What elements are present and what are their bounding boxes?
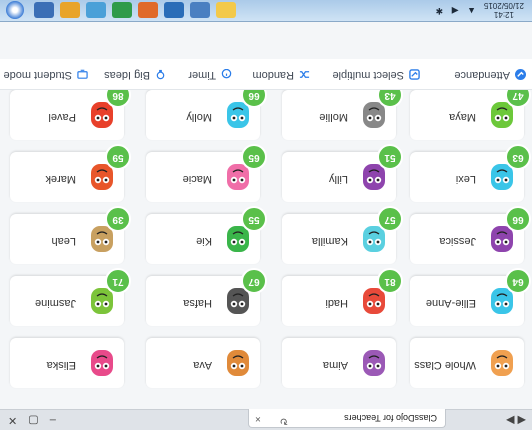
clock-time: 12:41 (493, 10, 514, 19)
student-mode-label: Student mode (3, 69, 73, 81)
browser-tab-active[interactable]: ClassDojo for Teachers × (248, 409, 446, 428)
student-card[interactable]: Molly 66 (146, 82, 267, 140)
student-name: Lilly (329, 173, 348, 185)
student-card[interactable]: Aima (282, 338, 396, 388)
select-multiple-button[interactable]: Select multiple (332, 69, 420, 81)
powerpoint-icon[interactable] (138, 2, 158, 18)
student-card[interactable]: Pavel 86 (10, 82, 131, 140)
select-icon (409, 69, 420, 81)
monster-avatar-icon (363, 350, 385, 376)
student-score-badge: 64 (505, 268, 531, 294)
student-card[interactable]: Jasmine 71 (10, 268, 131, 326)
browser-tab-bar: ◀ ▶ ClassDojo for Teachers × ↻ – ▢ ✕ (0, 409, 532, 430)
app-icon[interactable] (190, 2, 210, 18)
student-name: Hadi (325, 297, 348, 309)
student-name: Kamilla (311, 235, 348, 247)
taskbar-pinned-apps (34, 2, 236, 18)
student-name: Macie (182, 173, 212, 185)
student-name: Aima (322, 359, 348, 371)
student-name: Hafsa (183, 297, 212, 309)
student-score-badge: 59 (105, 144, 131, 170)
student-name: Molly (186, 111, 212, 123)
timer-button[interactable]: Timer (188, 69, 232, 81)
student-card[interactable]: Marek 59 (10, 144, 131, 202)
folder-icon[interactable] (216, 2, 236, 18)
student-score-badge: 67 (241, 268, 267, 294)
student-card[interactable]: Whole Class (410, 338, 524, 388)
student-name: Jessica (439, 235, 476, 247)
random-button[interactable]: Random (252, 69, 310, 81)
big-ideas-button[interactable]: Big Ideas (104, 69, 166, 81)
excel-icon[interactable] (112, 2, 132, 18)
attendance-label: Attendance (454, 69, 510, 81)
random-label: Random (252, 69, 294, 81)
student-card[interactable]: Lexi 63 (410, 144, 531, 202)
student-card[interactable]: Jessica 66 (410, 206, 531, 264)
student-score-badge: 63 (505, 144, 531, 170)
monster-avatar-icon (91, 350, 113, 376)
student-name: Eliska (46, 359, 76, 371)
explorer-icon[interactable] (34, 2, 54, 18)
reload-icon[interactable]: ↻ (280, 415, 288, 426)
student-name: Maya (449, 111, 476, 123)
student-name: Ellie-Anne (425, 297, 476, 309)
student-name: Marek (45, 173, 76, 185)
screen: ◀ ▶ ClassDojo for Teachers × ↻ – ▢ ✕ Who… (0, 0, 532, 430)
big-ideas-label: Big Ideas (104, 69, 150, 81)
student-card[interactable]: Maya 47 (410, 82, 531, 140)
student-score-badge: 71 (105, 268, 131, 294)
student-mode-button[interactable]: Student mode (4, 69, 89, 81)
student-card[interactable]: Macie 65 (146, 144, 267, 202)
chrome-icon[interactable] (60, 2, 80, 18)
student-card[interactable]: Eliska (10, 338, 124, 388)
student-score-badge: 51 (377, 144, 403, 170)
system-clock: 12:41 21/05/2015 (484, 1, 524, 19)
student-card[interactable]: Ava (146, 338, 260, 388)
monster-avatar-icon (227, 350, 249, 376)
browser-nav-buttons[interactable]: ◀ ▶ (506, 414, 526, 427)
monitor-icon (77, 70, 88, 80)
student-card[interactable]: Ellie-Anne 64 (410, 268, 531, 326)
window-controls[interactable]: – ▢ ✕ (4, 414, 56, 427)
student-card[interactable]: Mollie 43 (282, 82, 403, 140)
student-score-badge: 81 (377, 268, 403, 294)
student-card[interactable]: Hafsa 67 (146, 268, 267, 326)
attendance-button[interactable]: Attendance (454, 69, 526, 81)
system-tray-icons[interactable]: ▲ ◀ ✱ (433, 5, 476, 16)
timer-icon (221, 69, 232, 79)
student-card[interactable]: Lilly 51 (282, 144, 403, 202)
student-name: Lexi (455, 173, 476, 185)
student-card[interactable]: Kie 55 (146, 206, 267, 264)
shuffle-icon (299, 71, 310, 79)
word-icon[interactable] (164, 2, 184, 18)
start-button-icon[interactable] (6, 1, 24, 19)
student-score-badge: 39 (105, 206, 131, 232)
student-name: Mollie (319, 111, 348, 123)
bulb-icon (156, 70, 165, 80)
browser-tab-title: ClassDojo for Teachers (344, 413, 437, 423)
student-name: Kie (196, 235, 212, 247)
student-name: Whole Class (414, 359, 476, 371)
student-name: Jasmine (35, 297, 76, 309)
timer-label: Timer (188, 69, 216, 81)
student-name: Leah (51, 235, 76, 247)
windows-taskbar: 12:41 21/05/2015 ▲ ◀ ✱ (0, 0, 532, 22)
clock-date: 21/05/2015 (483, 1, 524, 10)
student-card[interactable]: Hadi 81 (282, 268, 403, 326)
student-score-badge: 55 (241, 206, 267, 232)
student-grid: Whole Class Aima Ava Eliska Ellie-Anne 64 Hadi… (8, 82, 531, 400)
check-circle-icon (515, 69, 526, 81)
student-score-badge: 57 (377, 206, 403, 232)
student-name: Pavel (48, 111, 76, 123)
student-name: Ava (193, 359, 212, 371)
student-score-badge: 65 (241, 144, 267, 170)
class-toolbar: Attendance Select multiple Random Timer … (0, 59, 532, 90)
monster-avatar-icon (491, 350, 513, 376)
student-card[interactable]: Kamilla 57 (282, 206, 403, 264)
student-card[interactable]: Leah 39 (10, 206, 131, 264)
student-score-badge: 66 (505, 206, 531, 232)
close-tab-icon[interactable]: × (255, 409, 261, 427)
select-multiple-label: Select multiple (332, 69, 404, 81)
ie-icon[interactable] (86, 2, 106, 18)
